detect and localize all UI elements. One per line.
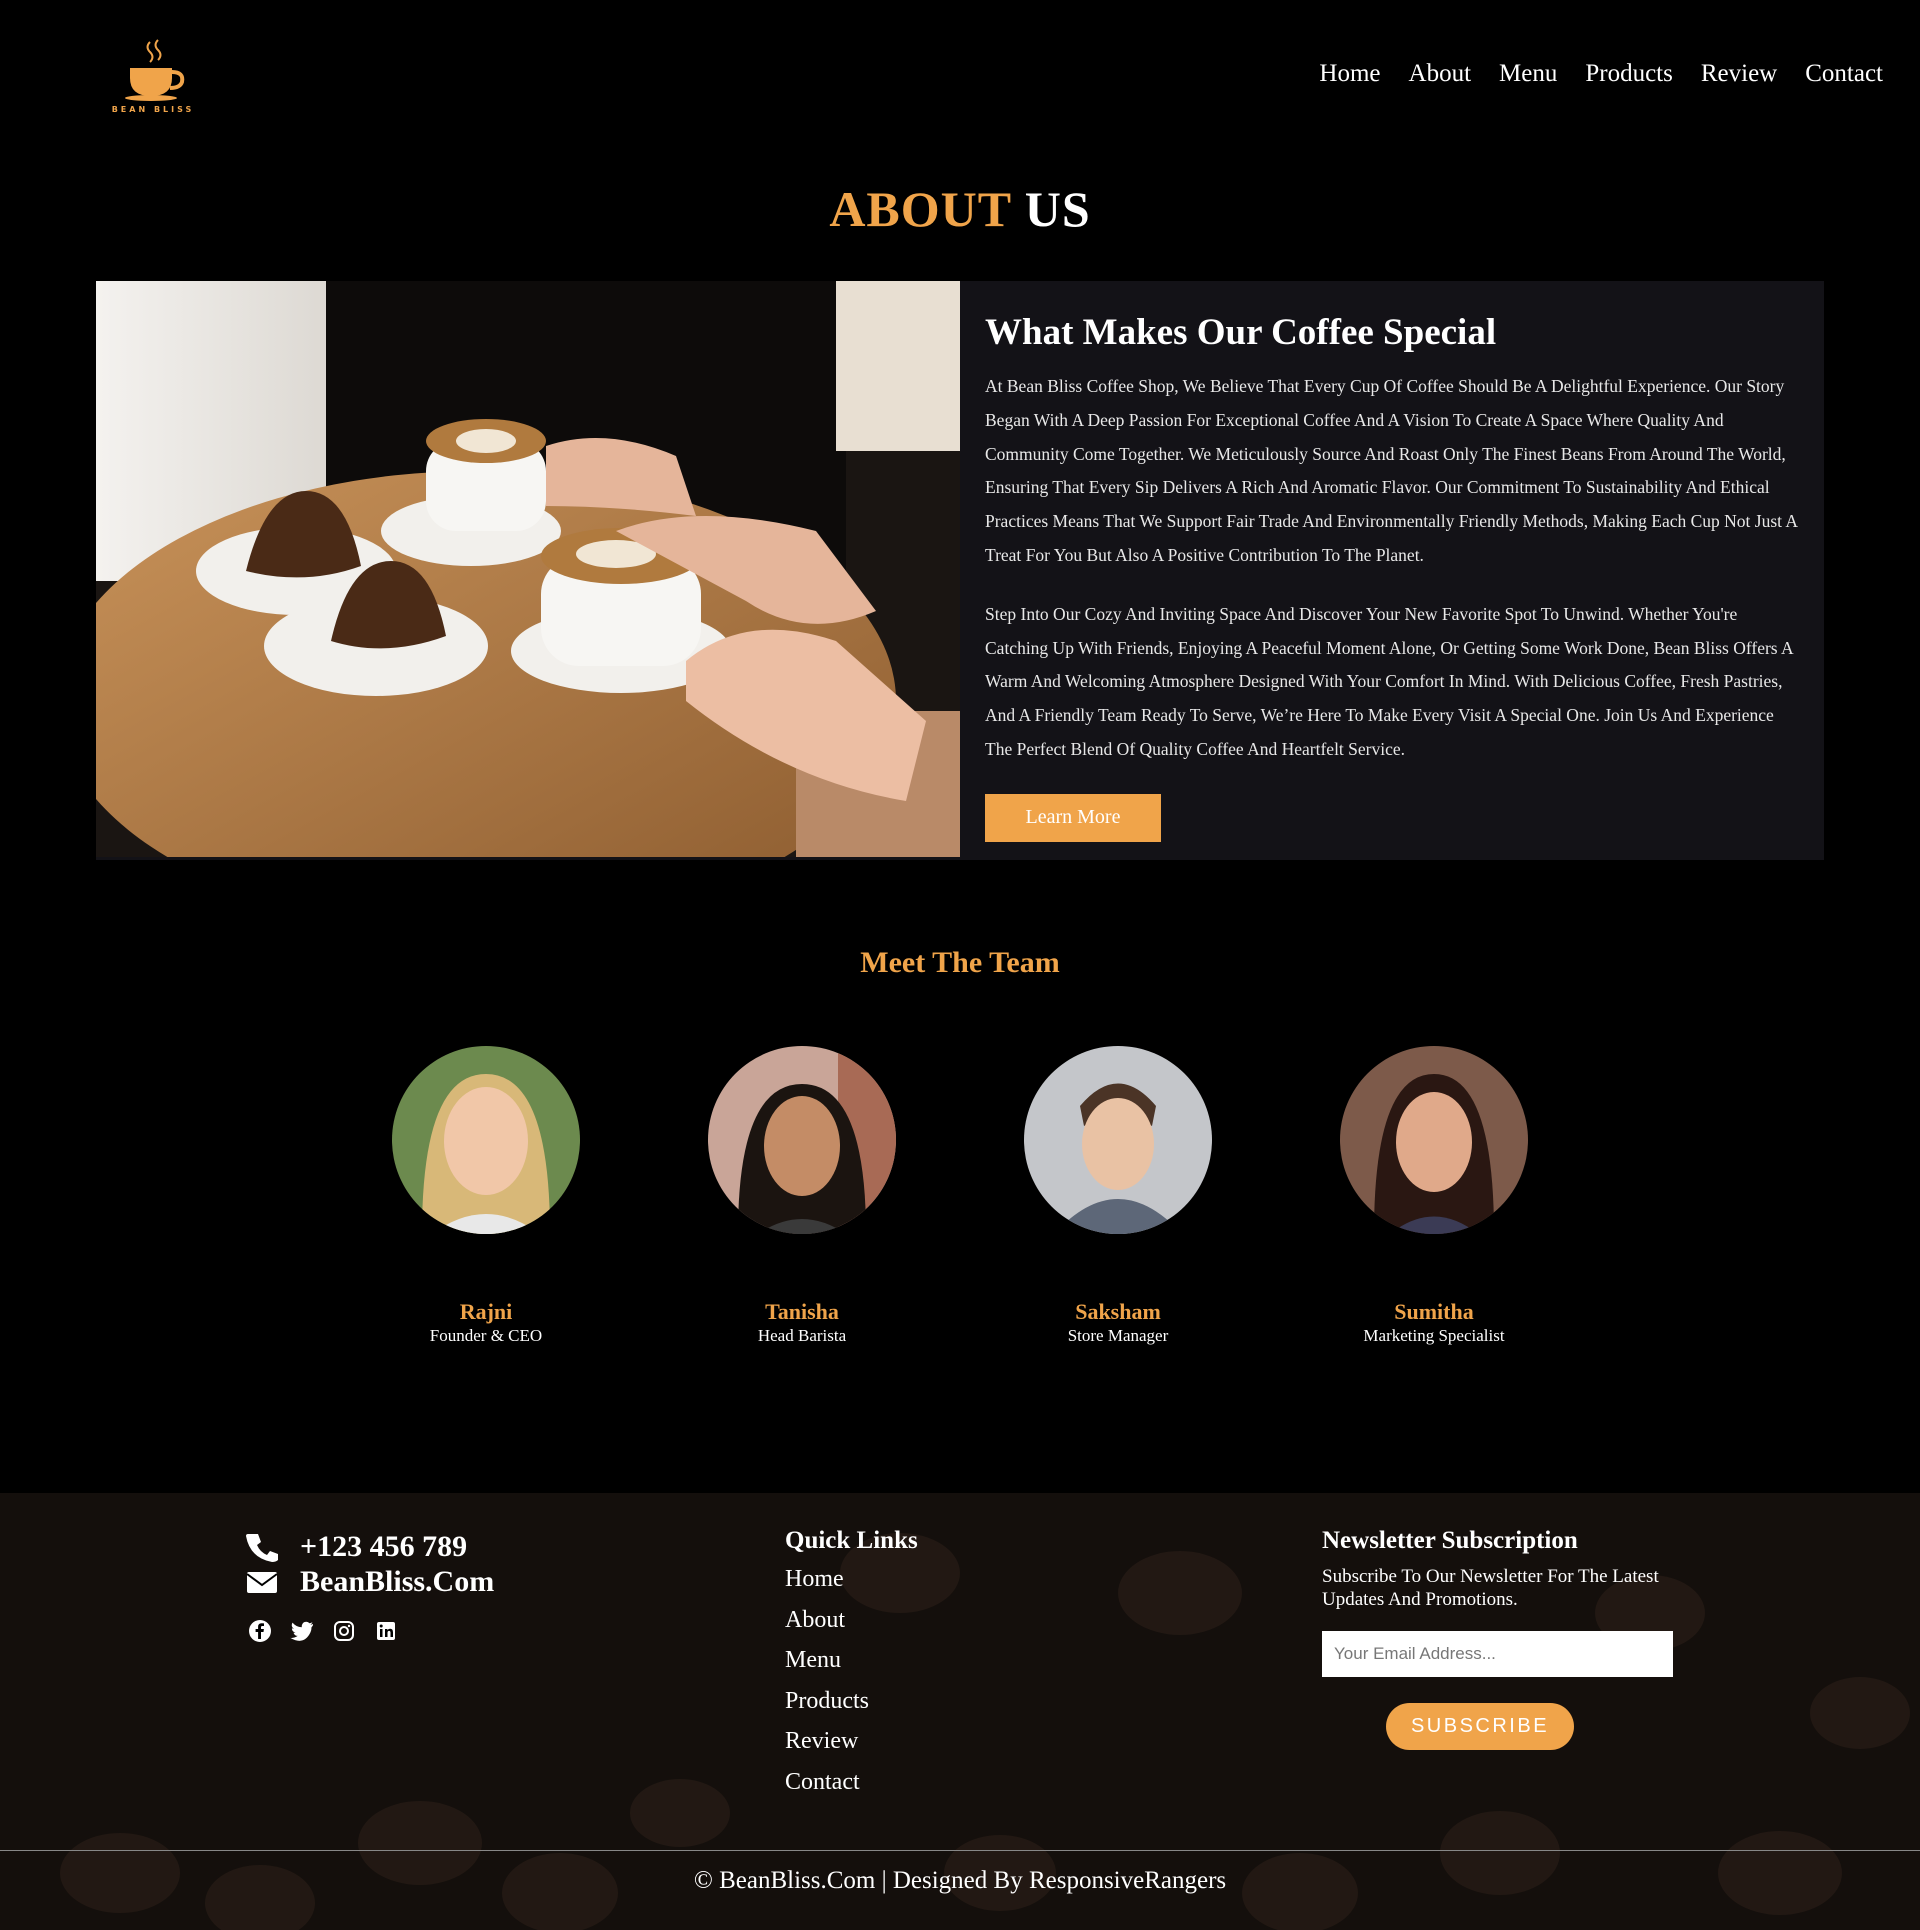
site-footer: +123 456 789 BeanBliss.Com Quick Links H…: [0, 1493, 1920, 1930]
coffee-table-image: [96, 281, 960, 857]
member-name: Rajni: [459, 1299, 513, 1324]
member-role: Founder & CEO: [429, 1326, 543, 1345]
bean-bliss-logo[interactable]: BEAN BLISS: [108, 36, 198, 116]
quick-link-review[interactable]: Review: [785, 1721, 918, 1762]
team-title: Meet The Team: [860, 946, 1060, 979]
newsletter-text: Subscribe To Our Newsletter For The Late…: [1322, 1566, 1659, 1610]
quick-link-about[interactable]: About: [785, 1600, 918, 1641]
quick-link-menu[interactable]: Menu: [785, 1640, 918, 1681]
phone-number[interactable]: +123 456 789: [300, 1530, 467, 1564]
email-address[interactable]: BeanBliss.Com: [300, 1565, 494, 1599]
about-text: What Makes Our Coffee Special At Bean Bl…: [985, 311, 1800, 842]
quick-link-home[interactable]: Home: [785, 1559, 918, 1600]
newsletter-title: Newsletter Subscription: [1322, 1527, 1578, 1554]
envelope-icon: [246, 1571, 278, 1593]
phone-icon: [246, 1533, 278, 1562]
quick-link-products[interactable]: Products: [785, 1681, 918, 1722]
member-role: Marketing Specialist: [1363, 1326, 1505, 1345]
nav-review[interactable]: Review: [1701, 60, 1777, 88]
social-links: [248, 1619, 494, 1643]
site-header: BEAN BLISS Home About Menu Products Revi…: [0, 0, 1920, 150]
about-section: What Makes Our Coffee Special At Bean Bl…: [96, 281, 1824, 860]
linkedin-icon[interactable]: [374, 1619, 398, 1643]
about-heading: What Makes Our Coffee Special: [985, 312, 1497, 353]
avatar: [1024, 1046, 1212, 1234]
about-title-accent: ABOUT: [829, 181, 1012, 237]
about-title: ABOUT US: [0, 180, 1920, 238]
team-member-sumitha: Sumitha Marketing Specialist: [1334, 1046, 1534, 1346]
member-name: Tanisha: [765, 1299, 839, 1324]
footer-contact: +123 456 789 BeanBliss.Com: [246, 1529, 494, 1643]
phone-line: +123 456 789: [246, 1529, 494, 1564]
nav-products[interactable]: Products: [1585, 60, 1673, 88]
quick-link-contact[interactable]: Contact: [785, 1762, 918, 1803]
copyright-text: © BeanBliss.Com | Designed By Responsive…: [693, 1867, 1227, 1894]
quick-links-title: Quick Links: [785, 1527, 918, 1554]
about-paragraph-2: Step Into Our Cozy And Inviting Space An…: [985, 603, 1793, 759]
quick-links: Quick Links Home About Menu Products Rev…: [785, 1527, 918, 1802]
facebook-icon[interactable]: [248, 1619, 272, 1643]
newsletter-email-input[interactable]: [1322, 1631, 1673, 1677]
subscribe-button[interactable]: SUBSCRIBE: [1386, 1703, 1574, 1750]
avatar: [708, 1046, 896, 1234]
newsletter: Newsletter Subscription Subscribe To Our…: [1322, 1527, 1682, 1750]
learn-more-button[interactable]: Learn More: [985, 793, 1161, 842]
member-name: Sumitha: [1394, 1299, 1474, 1324]
footer-divider: [0, 1850, 1920, 1851]
member-name: Saksham: [1075, 1299, 1161, 1324]
instagram-icon[interactable]: [332, 1619, 356, 1643]
main-nav: Home About Menu Products Review Contact: [1319, 60, 1883, 88]
nav-about[interactable]: About: [1409, 60, 1472, 88]
logo-text: BEAN BLISS: [112, 105, 195, 114]
nav-contact[interactable]: Contact: [1805, 60, 1883, 88]
about-paragraph-1: At Bean Bliss Coffee Shop, We Believe Th…: [985, 376, 1798, 565]
nav-menu[interactable]: Menu: [1499, 60, 1557, 88]
email-line: BeanBliss.Com: [246, 1564, 494, 1599]
nav-home[interactable]: Home: [1319, 60, 1380, 88]
avatar: [392, 1046, 580, 1234]
member-role: Head Barista: [757, 1326, 847, 1345]
team-member-rajni: Rajni Founder & CEO: [386, 1046, 586, 1346]
avatar: [1340, 1046, 1528, 1234]
member-role: Store Manager: [1067, 1326, 1169, 1345]
about-title-rest: US: [1024, 181, 1091, 237]
team-member-saksham: Saksham Store Manager: [1018, 1046, 1218, 1346]
team-member-tanisha: Tanisha Head Barista: [702, 1046, 902, 1346]
twitter-icon[interactable]: [290, 1619, 314, 1643]
